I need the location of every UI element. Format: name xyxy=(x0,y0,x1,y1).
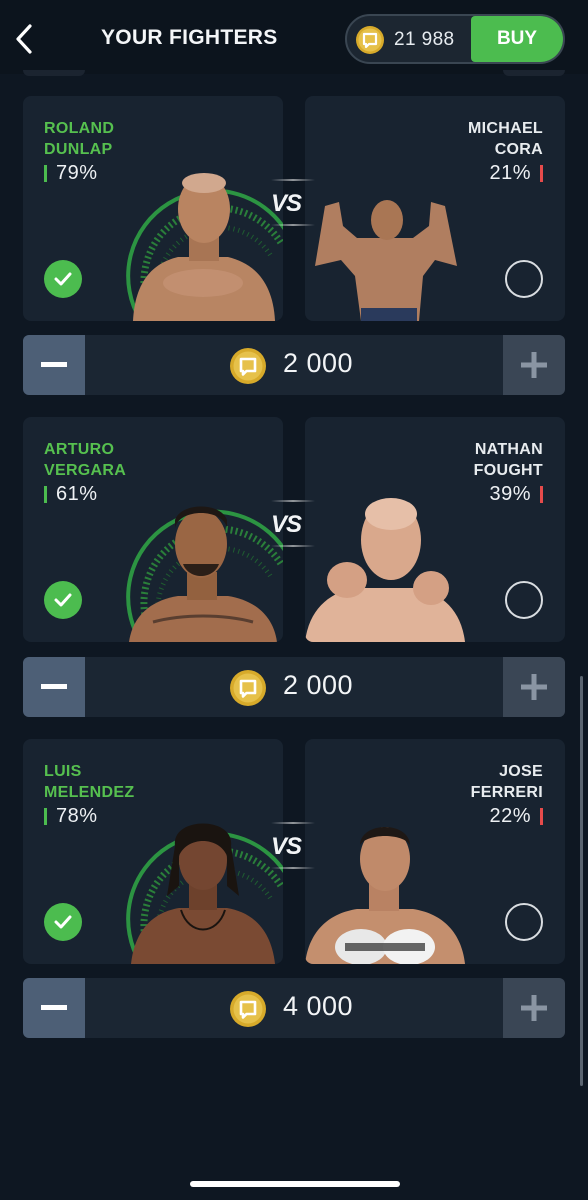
back-button[interactable] xyxy=(10,22,40,56)
previous-stake-edge xyxy=(503,70,565,76)
decrease-stake-button[interactable] xyxy=(23,978,85,1038)
divider-line xyxy=(271,545,315,547)
selected-check-icon[interactable] xyxy=(44,903,82,941)
stake-amount: 4 000 xyxy=(283,991,354,1021)
divider-line xyxy=(271,224,315,226)
stake-amount: 2 000 xyxy=(283,348,354,378)
wallet-balance[interactable]: 21 988 BUY xyxy=(345,14,565,64)
minus-icon xyxy=(41,362,67,367)
coin-icon xyxy=(229,990,267,1033)
fighter-name: ARTURO VERGARA xyxy=(44,441,127,479)
divider-line xyxy=(271,179,315,181)
top-bar: YOUR FIGHTERS 21 988 BUY xyxy=(0,0,588,74)
win-percentage: 21% xyxy=(489,162,543,185)
unselected-radio[interactable] xyxy=(505,581,543,619)
fighter-card-left[interactable]: ROLAND DUNLAP 79% xyxy=(23,96,283,321)
win-percentage: 22% xyxy=(489,805,543,828)
fighter-card-right[interactable]: MICHAEL CORA 21% xyxy=(305,96,565,321)
divider-line xyxy=(271,867,315,869)
fighter-card-right[interactable]: NATHAN FOUGHT 39% xyxy=(305,417,565,642)
stake-stepper: 2 000 xyxy=(23,335,565,395)
fighter-photo xyxy=(315,200,457,321)
balance-amount: 21 988 xyxy=(394,29,455,50)
minus-icon xyxy=(41,684,67,689)
decrease-stake-button[interactable] xyxy=(23,335,85,395)
fighter-photo xyxy=(129,506,277,642)
fighter-card-left[interactable]: LUIS MELENDEZ 78% xyxy=(23,739,283,964)
coin-icon xyxy=(229,347,267,390)
unselected-radio[interactable] xyxy=(505,260,543,298)
fighter-name: MICHAEL CORA xyxy=(468,120,543,158)
scrollbar[interactable] xyxy=(580,676,583,1086)
coin-icon xyxy=(229,669,267,712)
divider-line xyxy=(271,500,315,502)
fighter-name: ROLAND DUNLAP xyxy=(44,120,115,158)
plus-icon xyxy=(521,674,547,700)
fighter-name: JOSE FERRERI xyxy=(470,763,543,801)
decrease-stake-button[interactable] xyxy=(23,657,85,717)
page-title: YOUR FIGHTERS xyxy=(101,26,278,49)
versus-label: VS xyxy=(271,190,302,217)
win-percentage: 78% xyxy=(44,805,98,828)
fighter-name: LUIS MELENDEZ xyxy=(44,763,135,801)
plus-icon xyxy=(521,995,547,1021)
chevron-left-icon xyxy=(16,24,32,54)
stake-amount: 2 000 xyxy=(283,670,354,700)
stake-stepper: 4 000 xyxy=(23,978,565,1038)
fighter-card-left[interactable]: ARTURO VERGARA 61% xyxy=(23,417,283,642)
unselected-radio[interactable] xyxy=(505,903,543,941)
previous-stake-edge xyxy=(23,70,85,76)
coin-icon xyxy=(355,25,385,60)
selected-check-icon[interactable] xyxy=(44,581,82,619)
increase-stake-button[interactable] xyxy=(503,978,565,1038)
fighter-photo xyxy=(131,823,275,964)
divider-line xyxy=(271,822,315,824)
selected-check-icon[interactable] xyxy=(44,260,82,298)
fighter-name: NATHAN FOUGHT xyxy=(473,441,543,479)
increase-stake-button[interactable] xyxy=(503,657,565,717)
stake-stepper: 2 000 xyxy=(23,657,565,717)
versus-label: VS xyxy=(271,511,302,538)
win-percentage: 79% xyxy=(44,162,98,185)
win-percentage: 39% xyxy=(489,483,543,506)
fighter-card-right[interactable]: JOSE FERRERI 22% xyxy=(305,739,565,964)
buy-button[interactable]: BUY xyxy=(471,16,563,62)
plus-icon xyxy=(521,352,547,378)
versus-label: VS xyxy=(271,833,302,860)
fighter-photo xyxy=(305,498,465,642)
win-percentage: 61% xyxy=(44,483,98,506)
minus-icon xyxy=(41,1005,67,1010)
increase-stake-button[interactable] xyxy=(503,335,565,395)
fighter-photo xyxy=(305,827,465,964)
fighter-photo xyxy=(133,173,275,321)
home-indicator[interactable] xyxy=(190,1181,400,1187)
